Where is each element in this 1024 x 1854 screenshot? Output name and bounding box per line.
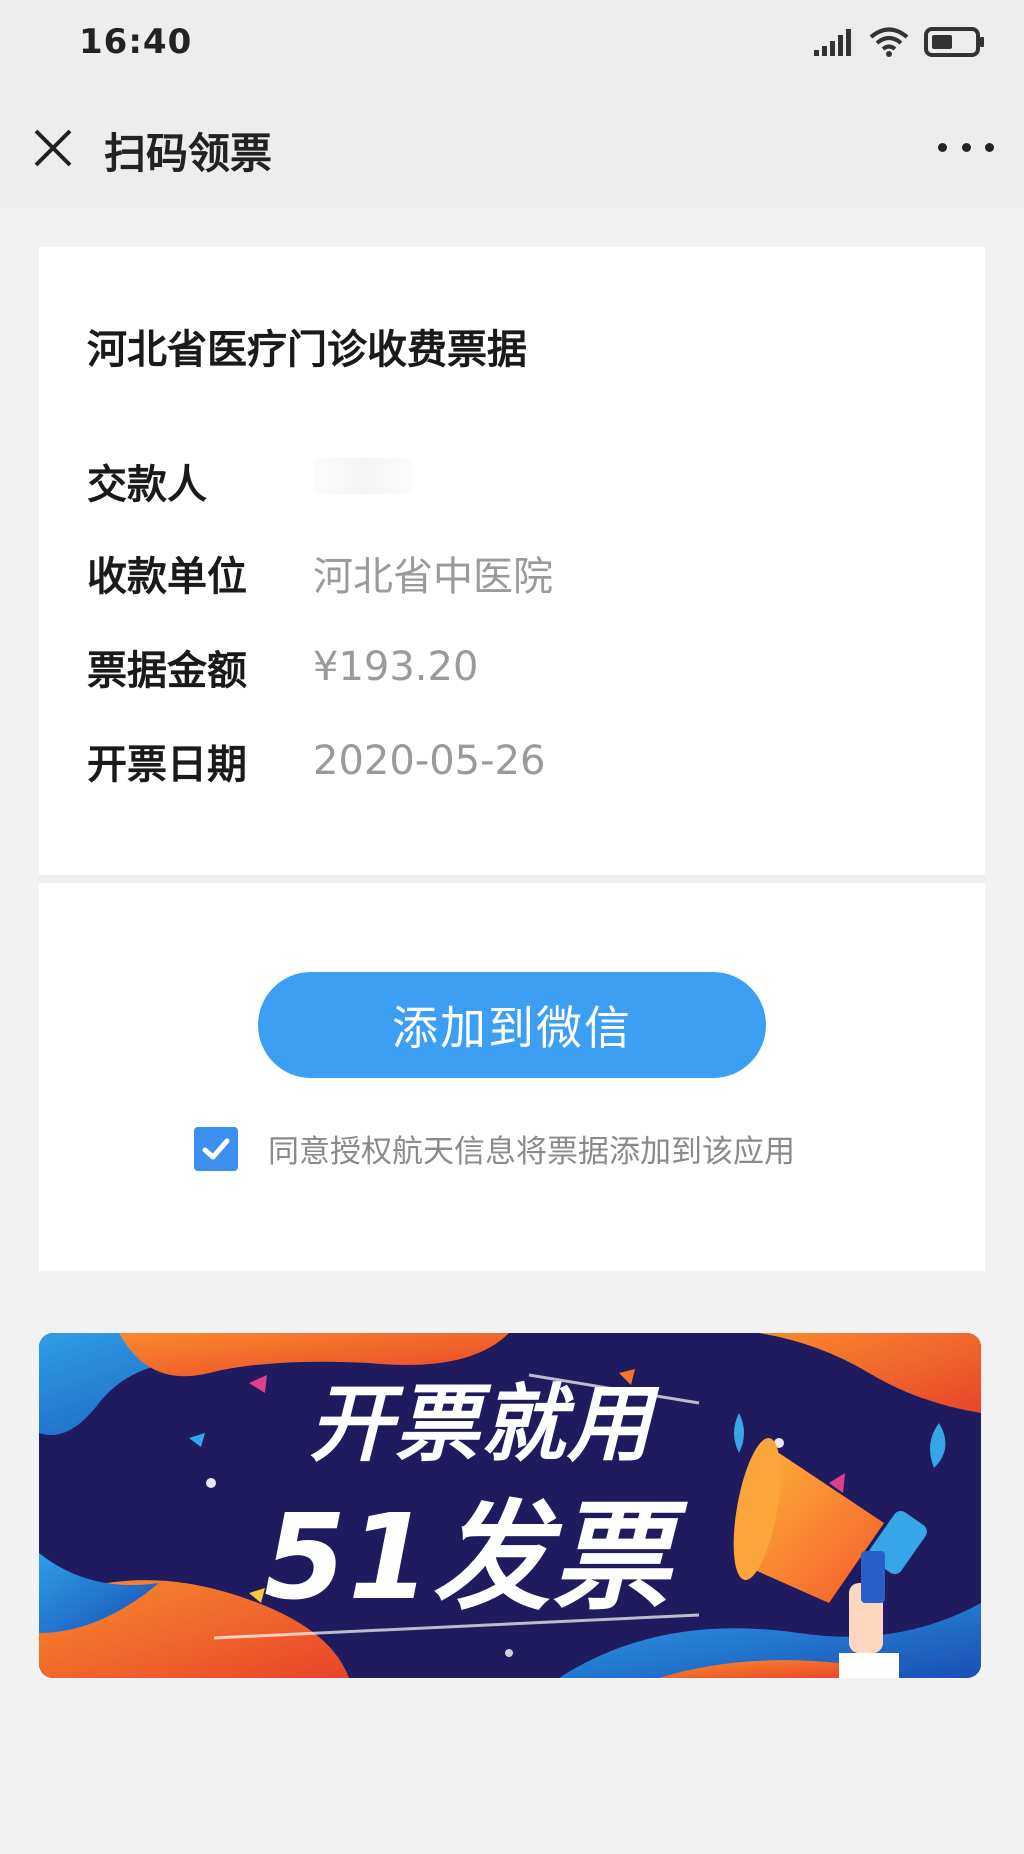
payee-label: 收款单位 (87, 554, 247, 600)
amount-row: 票据金额 ¥193.20 (87, 639, 478, 695)
amount-label: 票据金额 (87, 648, 247, 694)
agreement-row: 同意授权航天信息将票据添加到该应用 (194, 1126, 795, 1171)
wifi-icon (868, 26, 910, 62)
invoice-card: 河北省医疗门诊收费票据 交款人 收款单位 河北省中医院 票据金额 ¥193.20… (39, 247, 985, 875)
agree-checkbox[interactable] (194, 1126, 238, 1171)
status-time: 16:40 (79, 22, 193, 62)
date-value: 2020-05-26 (313, 738, 546, 784)
payer-row: 交款人 (87, 453, 413, 509)
page-title: 扫码领票 (104, 129, 273, 178)
agree-text: 同意授权航天信息将票据添加到该应用 (268, 1134, 795, 1170)
payer-label: 交款人 (87, 462, 207, 508)
promo-banner[interactable]: 开票就用 51发票 (39, 1333, 981, 1678)
card-divider (39, 875, 985, 883)
action-card: 添加到微信 同意授权航天信息将票据添加到该应用 (39, 883, 985, 1271)
checkmark-icon (202, 1138, 230, 1159)
signal-icon (814, 28, 854, 60)
payee-value: 河北省中医院 (313, 554, 553, 600)
payer-value (313, 458, 413, 504)
more-options-icon[interactable] (938, 132, 994, 162)
date-row: 开票日期 2020-05-26 (87, 733, 545, 789)
banner-line-2: 51发票 (264, 1488, 688, 1626)
redacted-value (313, 458, 413, 494)
status-bar: 16:40 (0, 0, 1024, 90)
battery-icon (924, 27, 986, 61)
status-icons (814, 24, 986, 64)
invoice-title: 河北省医疗门诊收费票据 (87, 327, 527, 373)
amount-value: ¥193.20 (313, 644, 479, 690)
banner-line-1: 开票就用 (309, 1375, 660, 1473)
date-label: 开票日期 (87, 742, 247, 788)
navigation-bar: 扫码领票 (0, 90, 1024, 208)
payee-row: 收款单位 河北省中医院 (87, 545, 553, 601)
add-to-wechat-button[interactable]: 添加到微信 (258, 972, 766, 1078)
close-icon[interactable] (30, 125, 76, 171)
